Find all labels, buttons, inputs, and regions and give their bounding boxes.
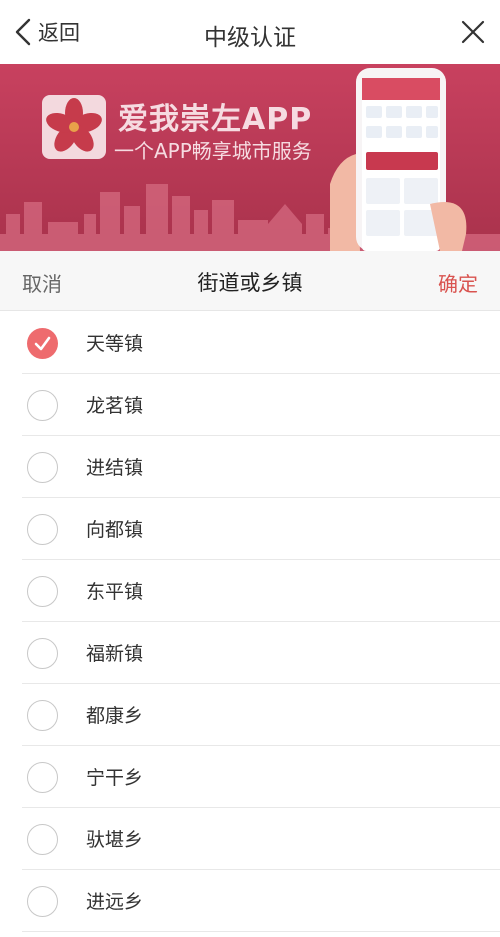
list-item[interactable]: 龙茗镇: [0, 374, 500, 436]
radio-button[interactable]: [27, 762, 58, 793]
radio-button[interactable]: [27, 452, 58, 483]
cancel-button[interactable]: 取消: [22, 268, 62, 297]
list-item[interactable]: 驮堪乡: [0, 808, 500, 870]
option-label: 进远乡: [86, 891, 144, 913]
option-label: 向都镇: [86, 519, 144, 541]
banner-app-subtitle: 一个APP畅享城市服务: [114, 139, 312, 163]
back-button[interactable]: 返回: [12, 14, 80, 50]
option-label: 宁干乡: [86, 767, 144, 789]
option-label: 东平镇: [86, 581, 144, 603]
close-icon: [461, 20, 485, 44]
list-item[interactable]: 进远乡: [0, 870, 500, 932]
option-label: 驮堪乡: [86, 829, 144, 851]
option-list: 天等镇 龙茗镇 进结镇 向都镇 东平镇 福新镇 都康乡 宁干乡 驮堪乡 进远乡: [0, 312, 500, 932]
promo-banner[interactable]: 爱我崇左APP 一个APP畅享城市服务: [0, 64, 500, 251]
radio-button[interactable]: [27, 700, 58, 731]
option-label: 龙茗镇: [86, 395, 144, 417]
list-item[interactable]: 向都镇: [0, 498, 500, 560]
list-item[interactable]: 天等镇: [0, 312, 500, 374]
list-item[interactable]: 宁干乡: [0, 746, 500, 808]
list-item[interactable]: 都康乡: [0, 684, 500, 746]
radio-button[interactable]: [27, 638, 58, 669]
picker-title: 街道或乡镇: [197, 271, 303, 295]
radio-button[interactable]: [27, 514, 58, 545]
nav-bar: 返回 中级认证: [0, 0, 500, 64]
radio-button[interactable]: [27, 576, 58, 607]
list-item[interactable]: 东平镇: [0, 560, 500, 622]
option-label: 都康乡: [86, 705, 144, 727]
checkmark-icon: [34, 336, 51, 351]
list-item[interactable]: 进结镇: [0, 436, 500, 498]
option-label: 福新镇: [86, 643, 144, 665]
radio-button[interactable]: [27, 328, 58, 359]
radio-button[interactable]: [27, 390, 58, 421]
confirm-button[interactable]: 确定: [438, 268, 478, 297]
option-label: 进结镇: [86, 457, 144, 479]
banner-app-title: 爱我崇左APP: [118, 102, 313, 137]
chevron-left-icon: [15, 18, 31, 46]
close-button[interactable]: [458, 17, 488, 47]
radio-button[interactable]: [27, 886, 58, 917]
list-item[interactable]: 福新镇: [0, 622, 500, 684]
option-label: 天等镇: [86, 333, 144, 355]
picker-header: 取消 街道或乡镇 确定: [0, 251, 500, 311]
radio-button[interactable]: [27, 824, 58, 855]
back-label: 返回: [38, 21, 80, 45]
